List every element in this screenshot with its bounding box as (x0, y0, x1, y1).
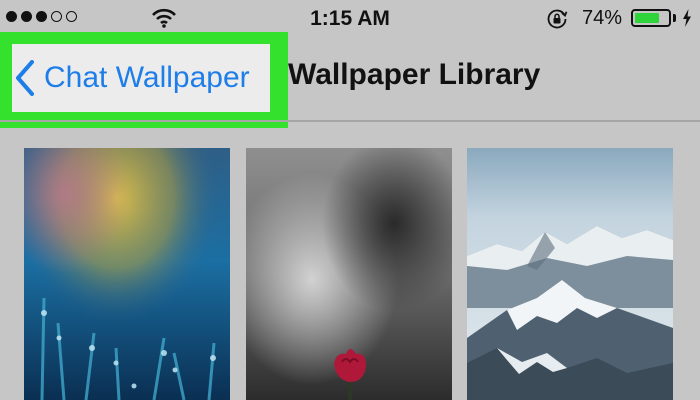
snowy-mountains-image (467, 148, 673, 400)
red-flower-image (246, 148, 452, 400)
battery-percentage: 74% (582, 7, 623, 29)
page-title: Wallpaper Library (288, 58, 541, 91)
back-button-label: Chat Wallpaper (44, 61, 250, 94)
dewy-grass-image (24, 148, 230, 400)
charging-icon (683, 9, 691, 27)
wallpaper-thumbnail-grass[interactable] (24, 148, 230, 400)
wallpaper-thumbnail-flower[interactable] (246, 148, 452, 400)
battery-icon (631, 9, 671, 27)
back-button[interactable]: Chat Wallpaper (12, 44, 270, 112)
nav-divider (0, 120, 700, 122)
wallpaper-thumbnail-mountains[interactable] (467, 148, 673, 400)
orientation-lock-icon (547, 9, 568, 29)
chevron-left-icon (16, 60, 34, 96)
battery-tip (673, 14, 676, 22)
battery-level-fill (635, 13, 659, 23)
